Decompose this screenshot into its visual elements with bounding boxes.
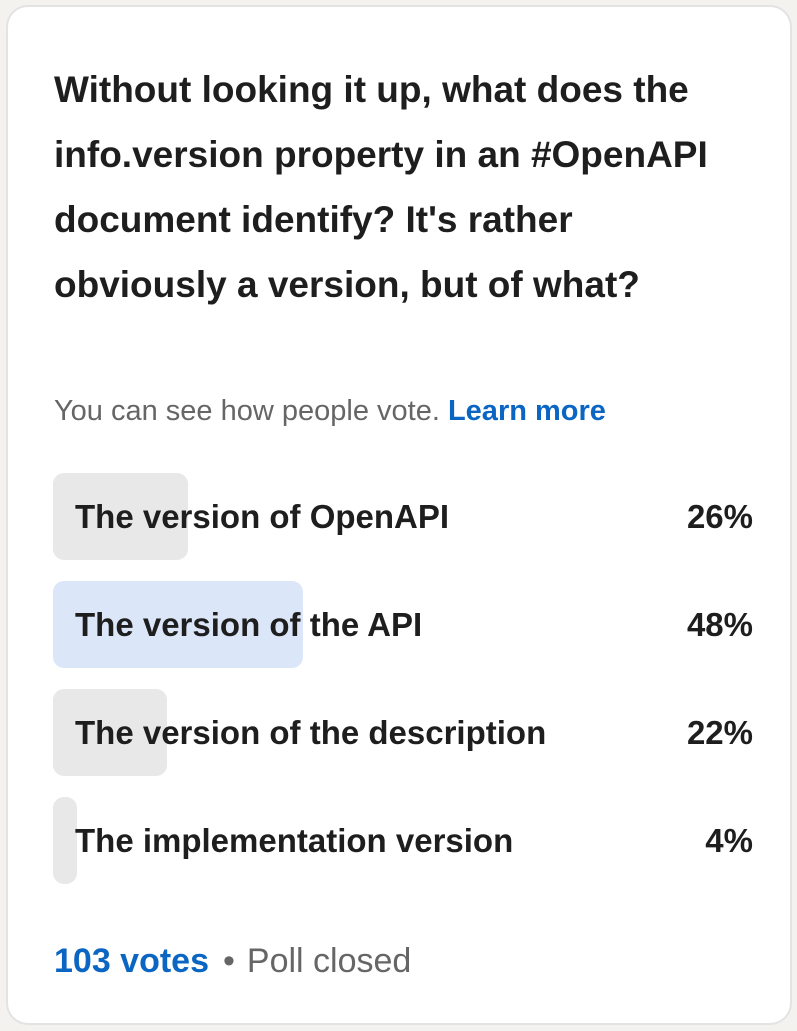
poll-card: Without looking it up, what does the inf…: [6, 5, 792, 1025]
poll-option-api-version: The version of the API 48%: [53, 581, 753, 668]
poll-option-implementation-version: The implementation version 4%: [53, 797, 753, 884]
poll-question: Without looking it up, what does the inf…: [54, 69, 708, 305]
poll-option-label: The version of the API: [75, 606, 423, 643]
poll-option-openapi-version: The version of OpenAPI 26%: [53, 473, 753, 560]
poll-option-description-version: The version of the description 22%: [53, 689, 753, 776]
poll-option-percent: 48%: [686, 606, 753, 643]
poll-status: Poll closed: [246, 942, 412, 980]
poll-visibility-note: You can see how people vote. Learn more: [54, 391, 606, 431]
poll-option-label: The version of OpenAPI: [75, 498, 450, 535]
poll-option-percent: 26%: [686, 498, 753, 535]
poll-footer: 103 votes • Poll closed: [54, 938, 411, 984]
poll-option-bar: [53, 797, 77, 884]
poll-options: The version of OpenAPI 26% The version o…: [53, 473, 753, 905]
vote-count-link[interactable]: 103 votes: [54, 942, 209, 980]
poll-option-label: The implementation version: [75, 822, 514, 859]
learn-more-link[interactable]: Learn more: [448, 395, 606, 427]
footer-separator: •: [223, 942, 235, 980]
poll-note-text: You can see how people vote.: [54, 395, 440, 427]
poll-option-percent: 4%: [705, 822, 753, 859]
poll-option-label: The version of the description: [75, 714, 547, 751]
poll-option-percent: 22%: [686, 714, 753, 751]
